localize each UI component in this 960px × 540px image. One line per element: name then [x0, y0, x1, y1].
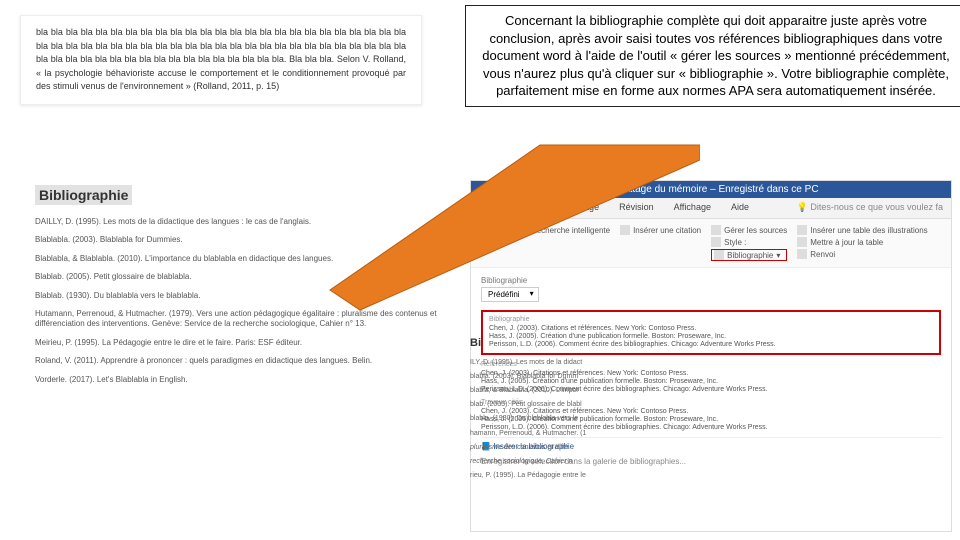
ribbon-group-research: Recherche Recherche intelligente — [477, 225, 610, 261]
insert-table-illus-btn[interactable]: Insérer une table des illustrations — [797, 225, 927, 235]
partial-entry: blabla. (1930). Du blablabla vers le — [470, 413, 670, 424]
tell-me-search[interactable]: 💡 Dites-nous ce que vous voulez fa — [789, 198, 951, 218]
bibliography-panel: Bibliographie DAILLY, D. (1995). Les mot… — [20, 175, 470, 403]
link-icon — [797, 249, 807, 259]
tab-references[interactable]: Références — [471, 198, 537, 218]
bibliography-heading: Bibliographie — [35, 185, 132, 205]
partial-entry: pluralisme des contenus et diffé — [470, 442, 670, 453]
table-icon — [797, 225, 807, 235]
partial-entry: blabla, & Blablabla. (2010). L'impor — [470, 385, 670, 396]
cross-ref-btn[interactable]: Renvoi — [797, 249, 927, 259]
word-tabs: Références Publipostage Révision Afficha… — [471, 198, 951, 219]
preview-title: Bibliographie — [489, 316, 933, 323]
bib-entry: Blablabla. (2003). Blablabla for Dummies… — [35, 235, 455, 245]
predefined-label[interactable]: Prédéfini — [481, 287, 539, 302]
preview-entry: Chen, J. (2003). Citations et références… — [489, 325, 933, 332]
bib-entry: Blablab. (1930). Du blablabla vers le bl… — [35, 291, 455, 301]
bibliography-dropdown: Bibliographie Prédéfini — [481, 276, 941, 302]
text-excerpt-card: bla bla bla bla bla bla bla bla bla bla … — [20, 15, 422, 105]
ribbon-group-illustrations: Insérer une table des illustrations Mett… — [797, 225, 927, 261]
bib-entry: Hutamann, Perrenoud, & Hutmacher. (1979)… — [35, 309, 455, 330]
partial-bibliography: Bi ILY, D. (1995). Les mots de la didact… — [470, 335, 670, 484]
bib-entry: Blablabla, & Blablabla. (2010). L'import… — [35, 254, 455, 264]
citation-icon — [620, 225, 630, 235]
ribbon: Recherche Recherche intelligente Insérer… — [471, 219, 951, 268]
sources-icon — [711, 225, 721, 235]
partial-entry: ILY, D. (1995). Les mots de la didact — [470, 357, 670, 368]
update-table-btn[interactable]: Mettre à jour la table — [797, 237, 927, 247]
manage-sources-btn[interactable]: Gérer les sources — [711, 225, 787, 235]
insert-citation-btn[interactable]: Insérer une citation — [620, 225, 701, 235]
research-btn[interactable]: Recherche Recherche intelligente — [477, 225, 610, 235]
bib-entry: Blablab. (2005). Petit glossaire de blab… — [35, 272, 455, 282]
bib-entry: DAILLY, D. (1995). Les mots de la didact… — [35, 217, 455, 227]
partial-heading: Bi — [470, 335, 670, 353]
partial-entry: recherche sociologique, Cahier n — [470, 456, 670, 467]
tab-aide[interactable]: Aide — [721, 198, 759, 218]
tab-revision[interactable]: Révision — [609, 198, 664, 218]
search-icon — [477, 225, 487, 235]
excerpt-body: bla bla bla bla bla bla bla bla bla bla … — [36, 26, 406, 94]
refresh-icon — [797, 237, 807, 247]
partial-entry: blab. (2005). Petit glossaire de blabl — [470, 399, 670, 410]
dropdown-label: Bibliographie — [481, 276, 941, 285]
tab-affichage[interactable]: Affichage — [664, 198, 721, 218]
bib-entry: Meirieu, P. (1995). La Pédagogie entre l… — [35, 338, 455, 348]
partial-entry: rieu, P. (1995). La Pédagogie entre le — [470, 470, 670, 481]
partial-entry: blabla. (2003). Blablabla for Dumm — [470, 371, 670, 382]
word-title-bar: Formatage du mémoire – Enregistré dans c… — [471, 181, 951, 198]
partial-entry: hamann, Perrenoud, & Hutmacher. (1 — [470, 428, 670, 439]
callout-box: Concernant la bibliographie complète qui… — [465, 5, 960, 107]
style-dropdown[interactable]: Style : — [711, 237, 787, 247]
callout-text: Concernant la bibliographie complète qui… — [482, 13, 949, 98]
ribbon-group-sources: Gérer les sources Style : Bibliographie … — [711, 225, 787, 261]
bibliography-btn[interactable]: Bibliographie ▾ — [711, 249, 787, 261]
tab-publipostage[interactable]: Publipostage — [537, 198, 609, 218]
bib-entry: Vorderle. (2017). Let's Blablabla in Eng… — [35, 375, 455, 385]
bib-entry: Roland, V. (2011). Apprendre à prononcer… — [35, 356, 455, 366]
book-icon — [714, 250, 724, 260]
ribbon-group-citations: Insérer une citation — [620, 225, 701, 261]
style-icon — [711, 237, 721, 247]
